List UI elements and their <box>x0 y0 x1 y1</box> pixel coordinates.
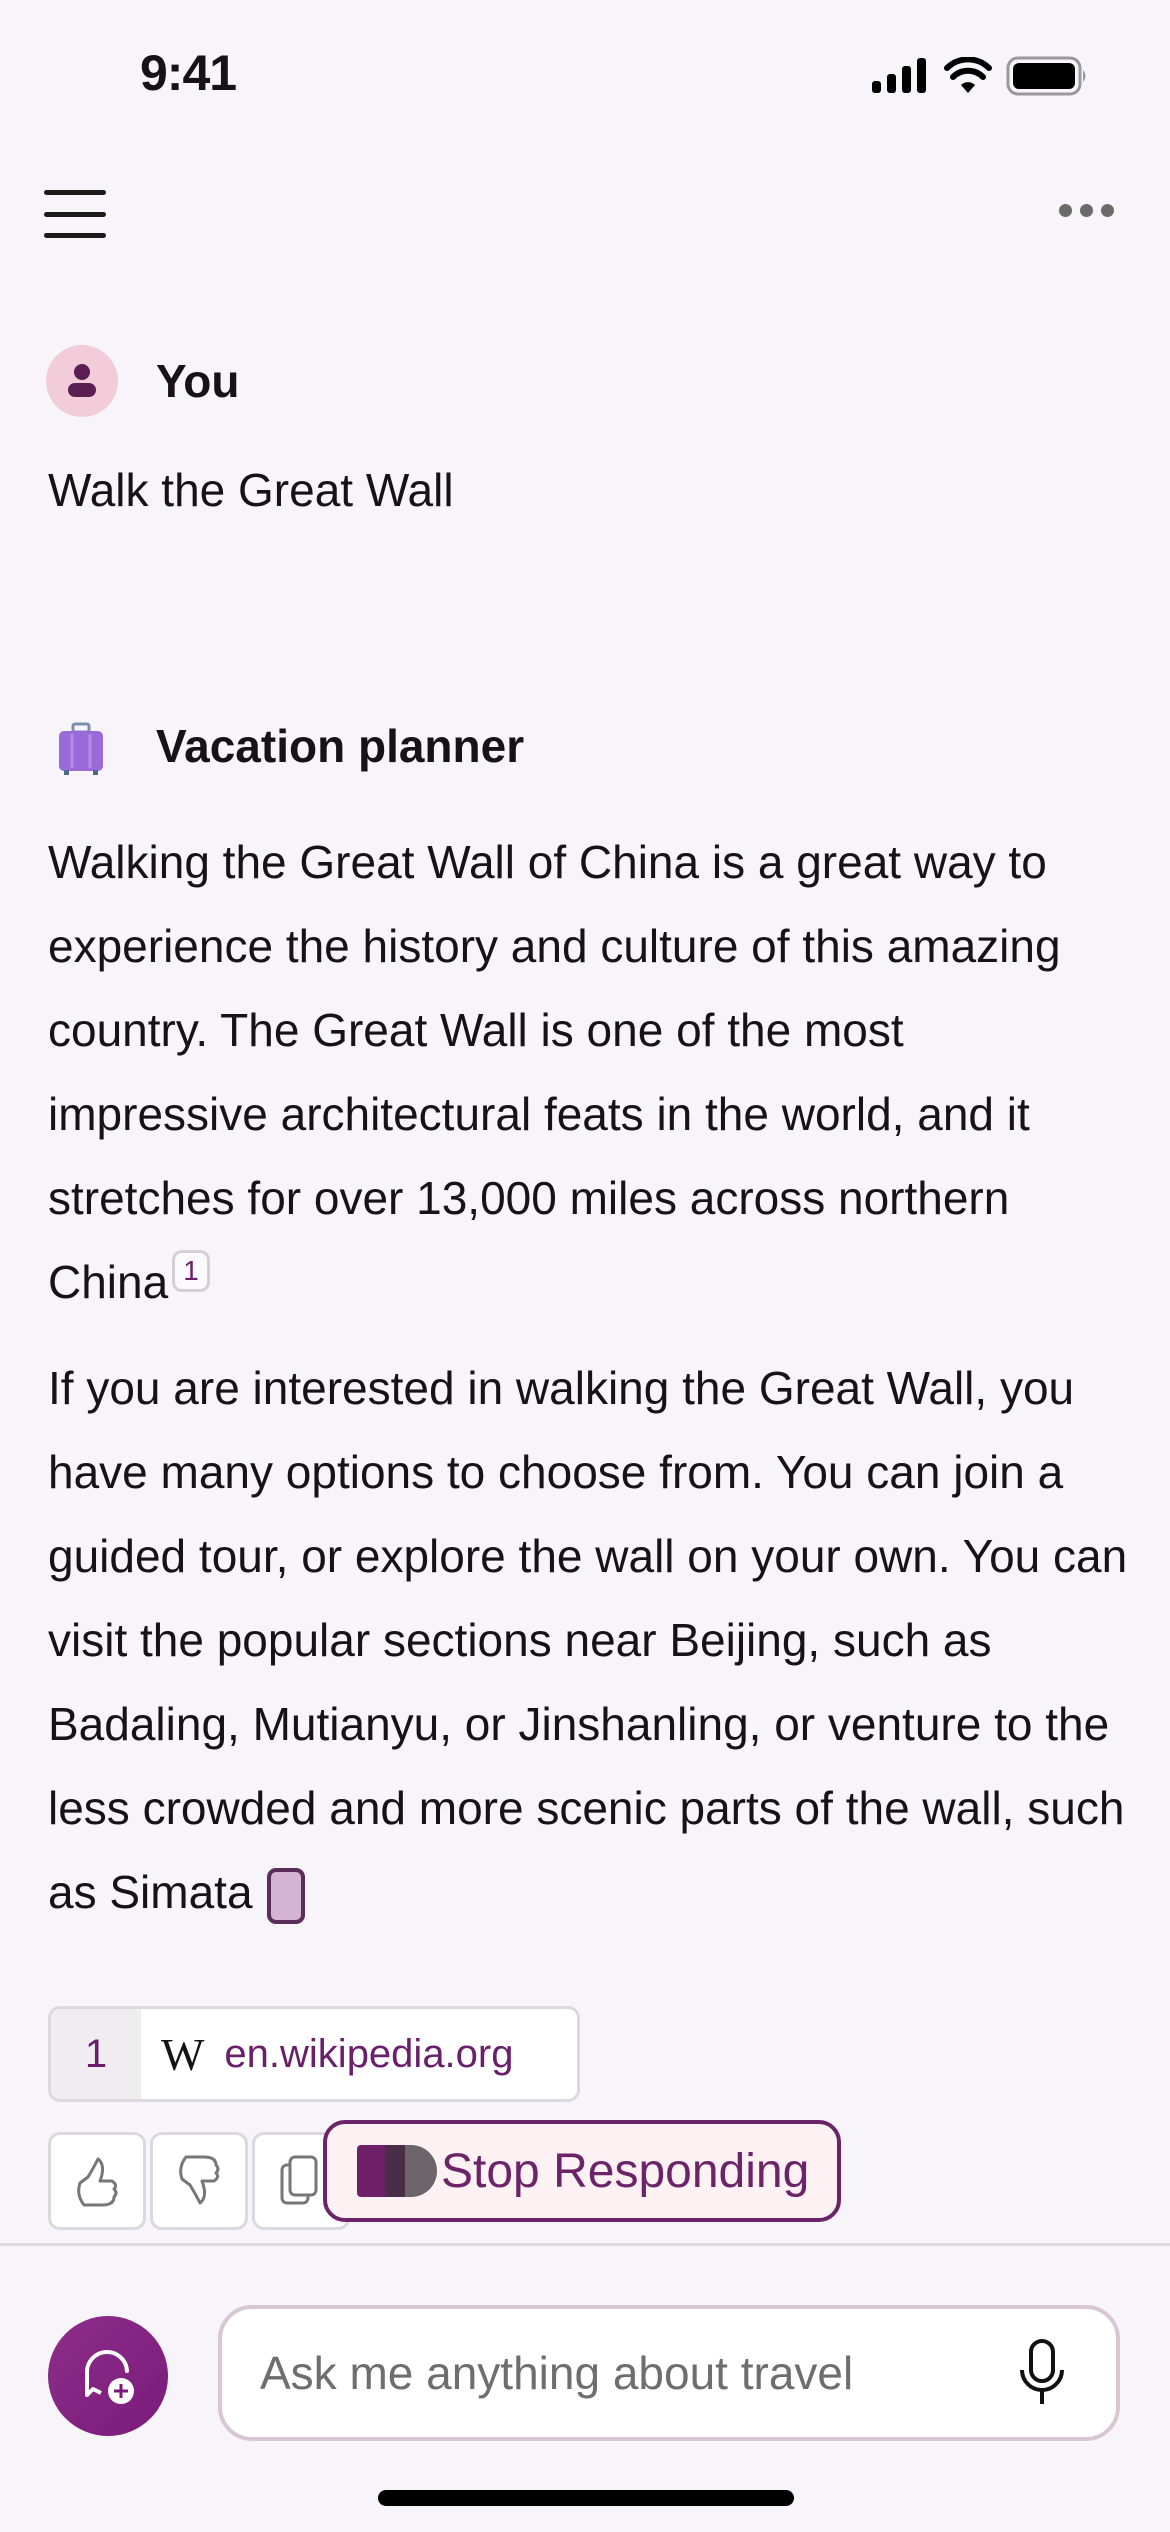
battery-icon <box>1006 56 1086 96</box>
user-avatar <box>46 345 118 417</box>
source-index: 1 <box>51 2009 141 2099</box>
stop-responding-button[interactable]: Stop Responding <box>323 2120 841 2222</box>
wifi-icon <box>944 57 992 93</box>
more-options-button[interactable] <box>1059 204 1114 217</box>
person-icon <box>68 364 96 397</box>
assistant-sender-name: Vacation planner <box>156 720 525 772</box>
copy-icon <box>280 2155 318 2205</box>
suitcase-icon <box>59 722 103 775</box>
source-domain: en.wikipedia.org <box>224 2031 514 2076</box>
thumbs-up-button[interactable] <box>48 2132 146 2230</box>
microphone-icon[interactable] <box>1012 2338 1072 2408</box>
new-chat-icon <box>84 2349 134 2404</box>
divider <box>0 2243 1170 2246</box>
typing-cursor <box>266 1867 305 1924</box>
user-sender-name: You <box>156 355 240 407</box>
thumbs-down-icon <box>179 2155 220 2205</box>
assistant-paragraph-1: Walking the Great Wall of China is a gre… <box>48 836 1061 1308</box>
new-chat-button[interactable] <box>48 2316 168 2436</box>
more-horizontal-icon <box>1059 204 1072 217</box>
wikipedia-icon: W <box>161 2028 205 2080</box>
chat-input-box[interactable] <box>218 2305 1120 2441</box>
stop-icon <box>357 2145 437 2197</box>
chat-input[interactable] <box>258 2345 1012 2401</box>
stop-responding-label: Stop Responding <box>441 2144 810 2198</box>
citation-marker[interactable]: 1 <box>172 1250 210 1292</box>
status-icons <box>870 56 1090 96</box>
thumbs-down-button[interactable] <box>150 2132 248 2230</box>
source-link[interactable]: 1 W en.wikipedia.org <box>48 2006 580 2102</box>
menu-button[interactable] <box>44 190 106 238</box>
hamburger-menu-icon <box>44 190 106 195</box>
thumbs-up-icon <box>77 2157 118 2207</box>
cellular-signal-icon <box>872 58 926 93</box>
user-message-text: Walk the Great Wall <box>48 464 454 516</box>
status-time: 9:41 <box>140 45 237 101</box>
assistant-paragraph-2: If you are interested in walking the Gre… <box>48 1346 1128 1934</box>
home-indicator <box>378 2490 794 2506</box>
